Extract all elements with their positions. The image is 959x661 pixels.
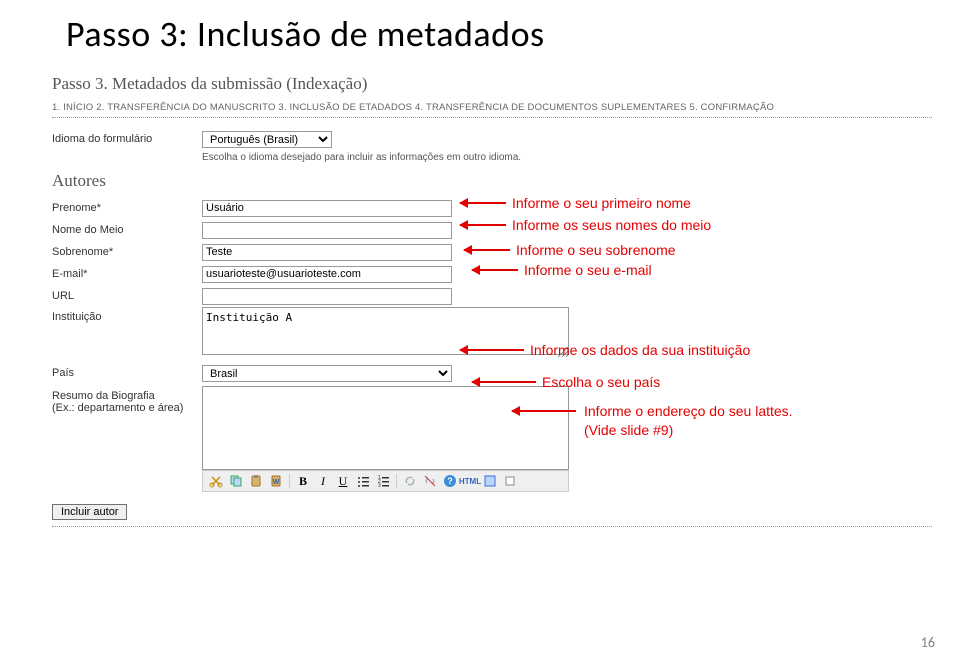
help-icon[interactable]: ? — [443, 474, 457, 488]
annotation-sobrenome: Informe o seu sobrenome — [464, 242, 676, 258]
label-language: Idioma do formulário — [52, 133, 202, 145]
form-screenshot: Passo 3. Metadados da submissão (Indexaç… — [52, 74, 932, 527]
link-icon[interactable] — [403, 474, 417, 488]
svg-text:W: W — [273, 479, 280, 486]
prenome-input[interactable] — [202, 200, 452, 217]
label-sobrenome: Sobrenome* — [52, 246, 202, 258]
html-icon[interactable]: HTML — [463, 474, 477, 488]
email-input[interactable] — [202, 266, 452, 283]
annotation-biografia-arrow — [512, 410, 582, 412]
bold-icon[interactable]: B — [296, 474, 310, 488]
autores-heading: Autores — [52, 171, 932, 191]
label-nome-meio: Nome do Meio — [52, 224, 202, 236]
language-hint: Escolha o idioma desejado para incluir a… — [52, 150, 932, 163]
svg-text:?: ? — [447, 476, 453, 486]
list-unordered-icon[interactable] — [356, 474, 370, 488]
section-divider — [52, 526, 932, 527]
toolbar-separator — [289, 474, 290, 488]
incluir-autor-button[interactable]: Incluir autor — [52, 504, 127, 520]
slide-title: Passo 3: Inclusão de metadados — [66, 12, 937, 56]
paste-icon[interactable] — [249, 474, 263, 488]
label-pais: País — [52, 367, 202, 379]
annotation-nome-meio: Informe os seus nomes do meio — [460, 217, 711, 233]
label-email: E-mail* — [52, 268, 202, 280]
copy-icon[interactable] — [229, 474, 243, 488]
svg-text:3: 3 — [378, 483, 381, 488]
section-heading: Passo 3. Metadados da submissão (Indexaç… — [52, 74, 932, 94]
toolbar-extra-icon[interactable] — [503, 474, 517, 488]
biografia-textarea[interactable] — [202, 386, 569, 470]
toolbar-separator — [396, 474, 397, 488]
label-instituicao: Instituição — [52, 307, 202, 323]
list-ordered-icon[interactable]: 123 — [376, 474, 390, 488]
label-biografia-line2: (Ex.: departamento e área) — [52, 402, 183, 414]
pais-select[interactable]: Brasil — [202, 365, 452, 382]
italic-icon[interactable]: I — [316, 474, 330, 488]
fullscreen-icon[interactable] — [483, 474, 497, 488]
annotation-biografia: Informe o endereço do seu lattes. (Vide … — [584, 402, 793, 440]
underline-icon[interactable]: U — [336, 474, 350, 488]
sobrenome-input[interactable] — [202, 244, 452, 261]
row-biografia: Resumo da Biografia (Ex.: departamento e… — [52, 386, 932, 470]
annotation-prenome: Informe o seu primeiro nome — [460, 195, 691, 211]
label-prenome: Prenome* — [52, 202, 202, 214]
page-number: 16 — [921, 634, 935, 651]
annotation-pais: Escolha o seu país — [472, 374, 660, 390]
row-language: Idioma do formulário Português (Brasil) — [52, 128, 932, 150]
editor-toolbar: W B I U 123 ? HTML — [202, 470, 569, 492]
label-biografia: Resumo da Biografia (Ex.: departamento e… — [52, 386, 202, 414]
wizard-steps: 1. INÍCIO 2. TRANSFERÊNCIA DO MANUSCRITO… — [52, 102, 932, 118]
url-input[interactable] — [202, 288, 452, 305]
cut-icon[interactable] — [209, 474, 223, 488]
nome-meio-input[interactable] — [202, 222, 452, 239]
unlink-icon[interactable] — [423, 474, 437, 488]
label-biografia-line1: Resumo da Biografia — [52, 390, 155, 402]
paste-word-icon[interactable]: W — [269, 474, 283, 488]
language-select[interactable]: Português (Brasil) — [202, 131, 332, 148]
annotation-email: Informe o seu e-mail — [472, 262, 652, 278]
label-url: URL — [52, 290, 202, 302]
row-url: URL — [52, 285, 932, 307]
annotation-instituicao: Informe os dados da sua instituição — [460, 342, 750, 358]
